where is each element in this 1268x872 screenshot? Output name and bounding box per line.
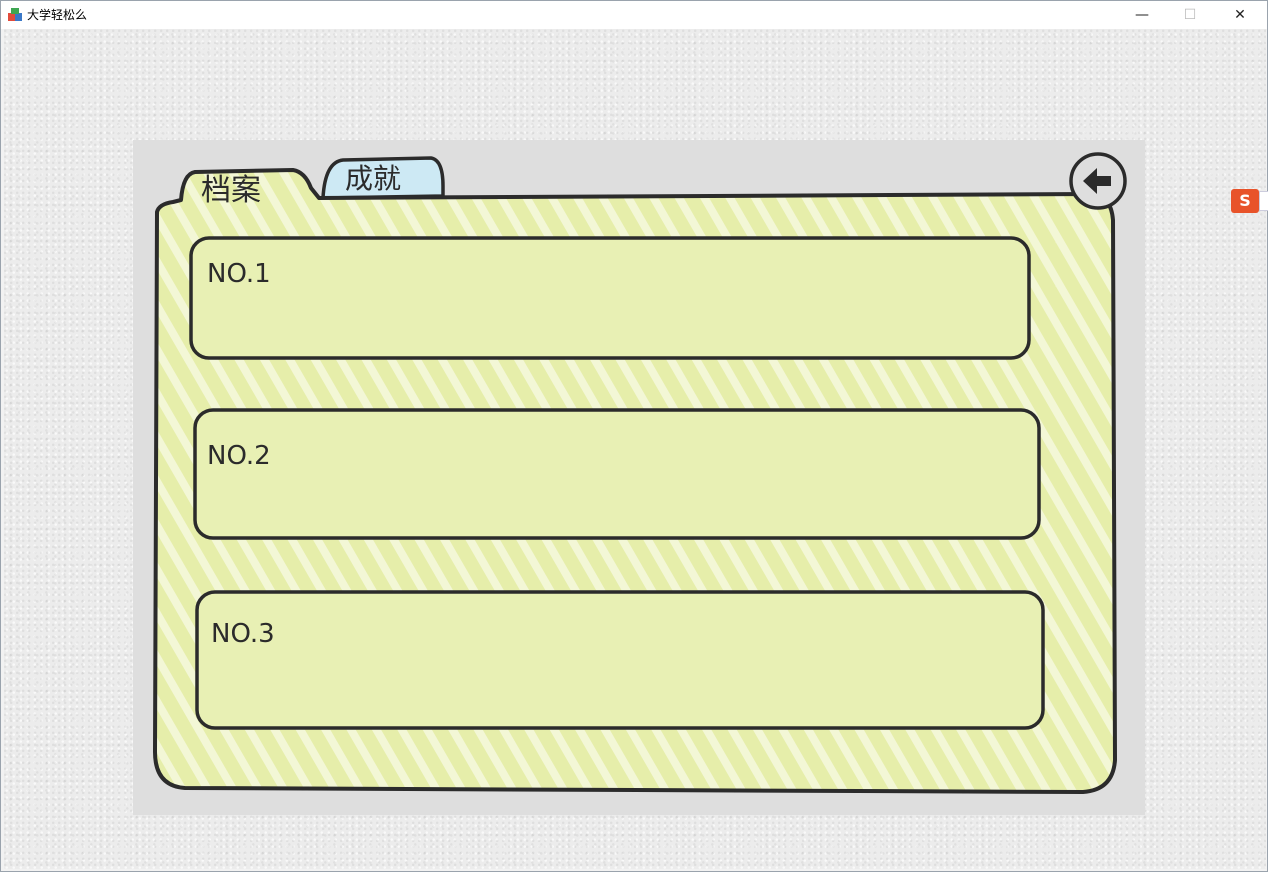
folder-drawing: 成就 档案 NO.1 NO.2 NO.3	[153, 152, 1127, 794]
maximize-icon: ☐	[1183, 7, 1197, 23]
tab-archive-label[interactable]: 档案	[201, 173, 261, 208]
save-slot-3[interactable]: NO.3	[195, 590, 1045, 730]
app-window: 大学轻松么 — ☐ ✕ 成就 档案 NO.1 NO.2 NO.3 S	[0, 0, 1268, 872]
client-area: 成就 档案 NO.1 NO.2 NO.3	[4, 29, 1266, 869]
minimize-button[interactable]: —	[1119, 1, 1165, 29]
tab-achievements-label: 成就	[345, 162, 401, 195]
minimize-icon: —	[1135, 7, 1149, 23]
slot-1-label: NO.1	[207, 259, 271, 289]
ime-toolbar-edge	[1259, 191, 1268, 211]
maximize-button[interactable]: ☐	[1167, 1, 1213, 29]
ime-logo-icon[interactable]: S	[1231, 189, 1259, 213]
ime-label: S	[1239, 191, 1251, 210]
app-icon	[8, 8, 22, 21]
tab-achievements[interactable]: 成就	[321, 156, 445, 200]
title-bar[interactable]: 大学轻松么 — ☐ ✕	[1, 1, 1267, 29]
archive-panel: 成就 档案 NO.1 NO.2 NO.3	[133, 140, 1145, 815]
slot-3-label: NO.3	[211, 619, 275, 649]
window-title: 大学轻松么	[27, 8, 88, 22]
close-icon: ✕	[1234, 7, 1246, 23]
slot-2-label: NO.2	[207, 441, 271, 471]
save-slot-2[interactable]: NO.2	[193, 408, 1041, 540]
back-button[interactable]	[1069, 152, 1127, 210]
save-slot-1[interactable]: NO.1	[189, 236, 1031, 360]
close-button[interactable]: ✕	[1217, 1, 1263, 29]
